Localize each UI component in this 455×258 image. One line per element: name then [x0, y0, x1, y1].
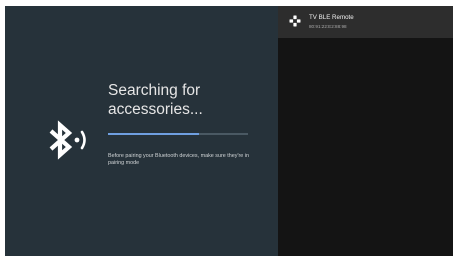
searching-title-line1: Searching for — [108, 82, 201, 99]
pairing-screen: Searching for accessories... Before pair… — [5, 6, 453, 256]
pairing-hint-text: Before pairing your Bluetooth devices, m… — [108, 153, 249, 166]
gamepad-dpad-icon — [289, 15, 301, 27]
device-item-tv-ble-remote[interactable]: TV BLE Remote 80:91:22:E2:88:98 — [278, 6, 453, 38]
device-name: TV BLE Remote — [309, 14, 354, 21]
device-list: TV BLE Remote 80:91:22:E2:88:98 — [278, 6, 453, 256]
search-progress-fill — [108, 133, 199, 135]
pairing-status-panel: Searching for accessories... Before pair… — [5, 6, 278, 256]
bluetooth-searching-icon — [49, 120, 86, 160]
device-address: 80:91:22:E2:88:98 — [309, 24, 347, 29]
search-progress-bar — [108, 133, 248, 135]
searching-title-line2: accessories... — [108, 101, 203, 118]
searching-title: Searching for accessories... — [108, 81, 268, 119]
